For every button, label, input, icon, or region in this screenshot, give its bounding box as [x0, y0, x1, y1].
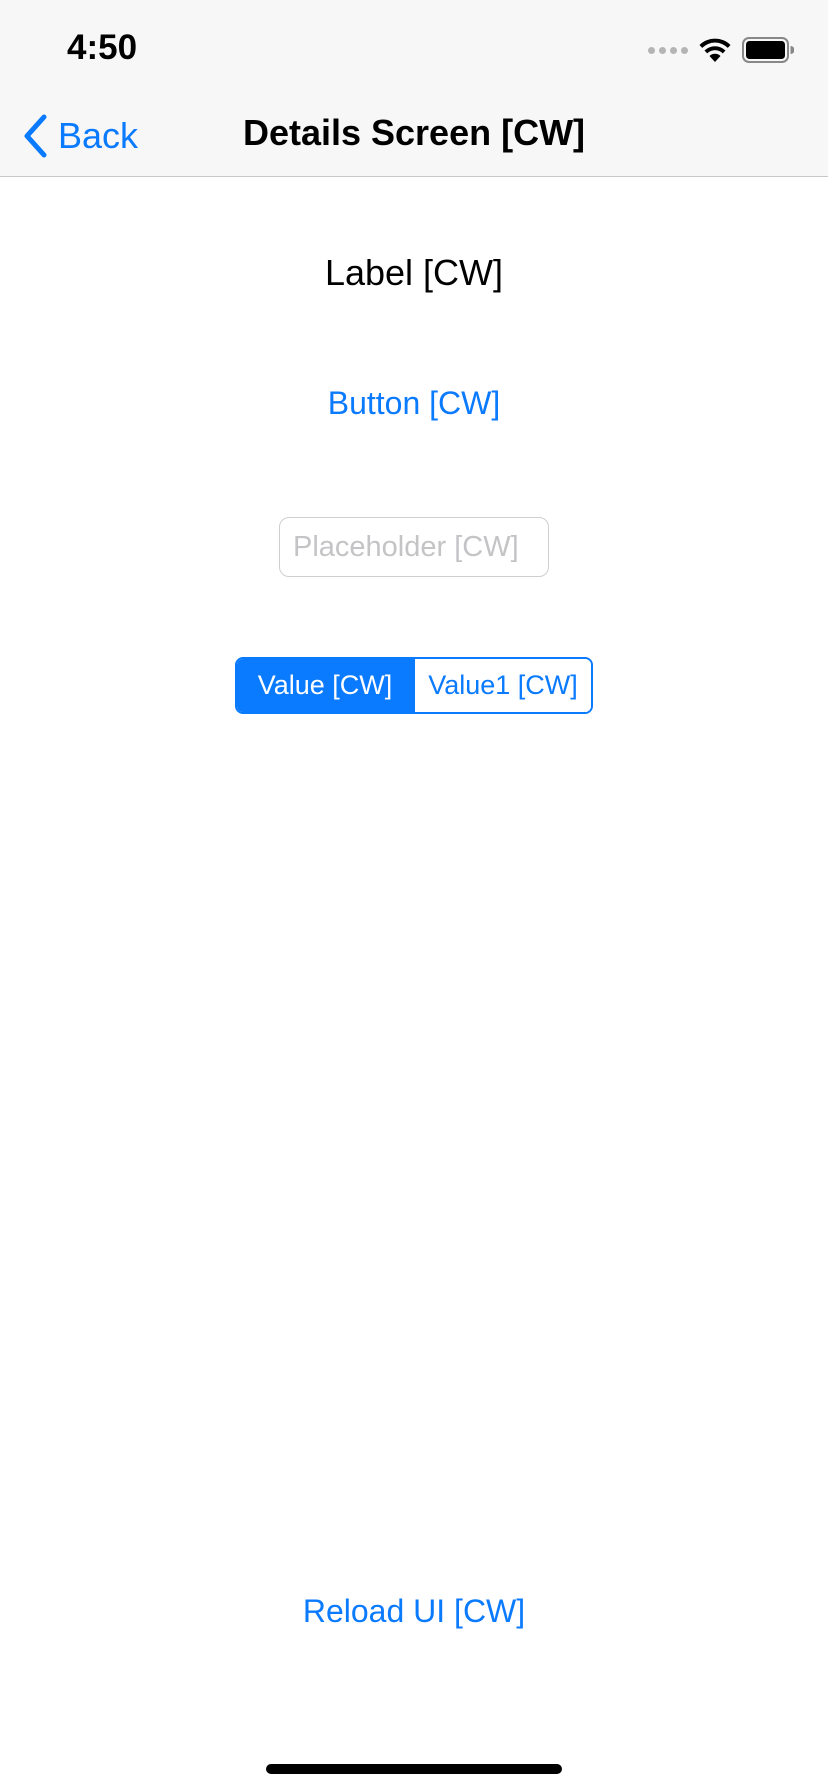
battery-icon	[742, 37, 794, 63]
page-title: Details Screen [CW]	[242, 112, 586, 153]
wifi-icon	[699, 38, 731, 62]
navigation-header: 4:50 Back Details Screen [CW]	[0, 0, 828, 177]
label-row: Label [CW]	[0, 252, 828, 294]
segment-value1[interactable]: Value1 [CW]	[413, 659, 591, 712]
navigation-bar: Back Details Screen [CW]	[0, 96, 828, 176]
reload-row: Reload UI [CW]	[0, 1593, 828, 1630]
reload-ui-button[interactable]: Reload UI [CW]	[303, 1593, 525, 1630]
segment-value[interactable]: Value [CW]	[237, 659, 413, 712]
text-input[interactable]	[279, 517, 549, 577]
segmented-control: Value [CW] Value1 [CW]	[235, 657, 593, 714]
home-indicator[interactable]	[266, 1764, 562, 1774]
details-screen: 4:50 Back Details Screen [CW] Label [CW]…	[0, 0, 828, 1792]
main-label: Label [CW]	[324, 252, 504, 293]
status-time: 4:50	[67, 28, 138, 67]
status-icons	[648, 36, 794, 64]
button-row: Button [CW]	[0, 385, 828, 422]
cellular-signal-icon	[648, 36, 688, 64]
action-button[interactable]: Button [CW]	[328, 385, 501, 422]
